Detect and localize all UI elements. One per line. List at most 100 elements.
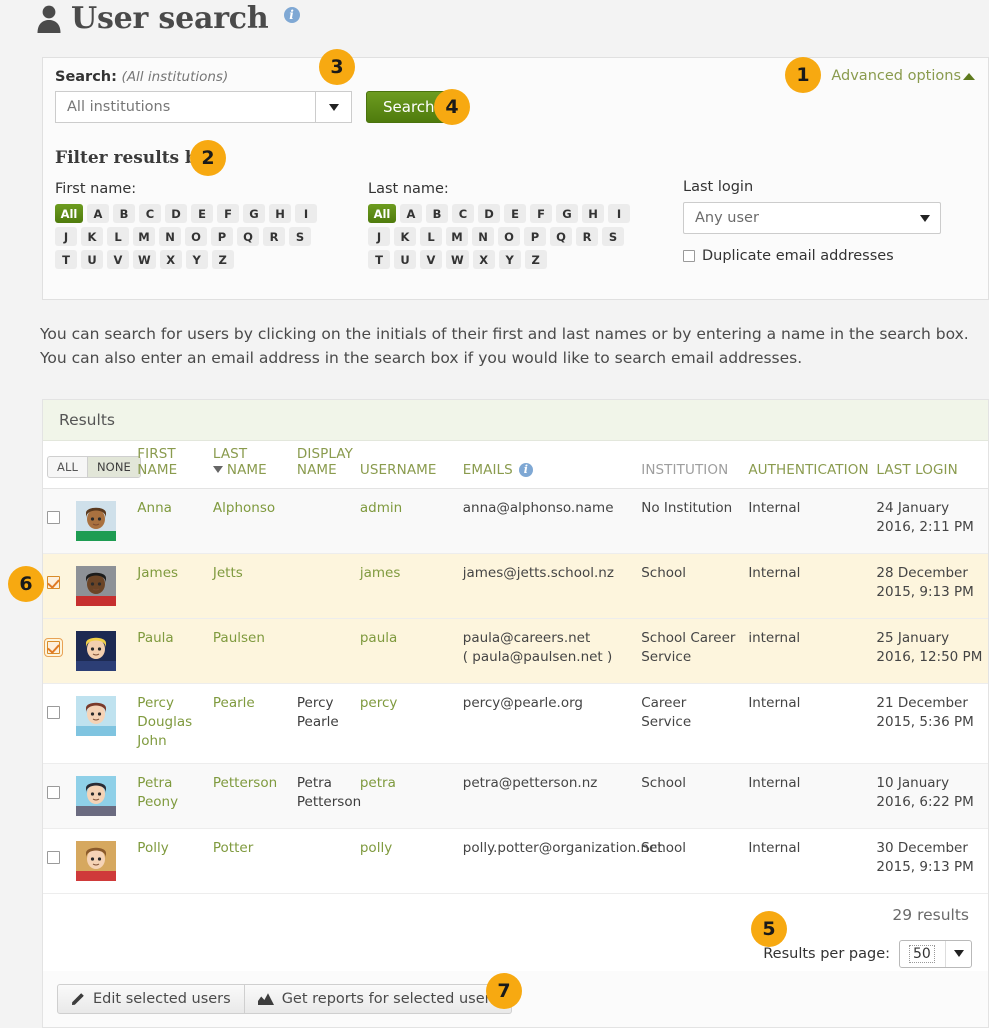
last-name-letter[interactable]: H — [582, 204, 604, 223]
row-username[interactable]: paula — [360, 630, 397, 646]
select-all-button[interactable]: ALL — [48, 457, 88, 478]
first-name-letter[interactable]: L — [107, 227, 129, 246]
first-name-letter[interactable]: A — [87, 204, 109, 223]
row-checkbox[interactable] — [47, 785, 60, 799]
table-row[interactable]: James Jetts james james@jetts.school.nz Scho… — [43, 553, 988, 620]
row-first-name[interactable]: Petra Peony — [137, 775, 178, 810]
column-header-emails[interactable]: EMAILS i — [458, 441, 638, 490]
row-checkbox[interactable] — [47, 706, 60, 720]
last-name-letter[interactable]: X — [472, 250, 495, 269]
last-name-letter[interactable]: I — [608, 204, 630, 223]
select-none-button[interactable]: NONE — [87, 457, 140, 478]
first-name-letter[interactable]: M — [133, 227, 155, 246]
row-last-name[interactable]: Alphonso — [213, 500, 275, 516]
row-checkbox[interactable] — [47, 850, 60, 864]
column-header-institution[interactable]: INSTITUTION — [637, 441, 745, 490]
row-last-name[interactable]: Potter — [213, 840, 253, 856]
row-last-name[interactable]: Jetts — [213, 565, 243, 581]
first-name-letter[interactable]: X — [159, 250, 182, 269]
last-name-letter[interactable]: Y — [498, 250, 521, 269]
column-header-last-name[interactable]: LAST NAME — [208, 441, 293, 490]
row-avatar-cell[interactable] — [72, 683, 134, 764]
column-header-authentication[interactable]: AUTHENTICATION — [744, 441, 873, 490]
row-first-name[interactable]: Percy Douglas John — [137, 695, 192, 749]
first-name-filter-all[interactable]: All — [55, 204, 83, 223]
row-checkbox[interactable] — [47, 511, 60, 525]
duplicate-email-checkbox[interactable] — [683, 250, 695, 262]
advanced-options-toggle[interactable]: Advanced options — [831, 68, 975, 84]
institution-select[interactable]: All institutions — [55, 91, 352, 123]
row-first-name[interactable]: Paula — [137, 630, 173, 646]
last-name-letter[interactable]: B — [426, 204, 448, 223]
first-name-letter[interactable]: C — [139, 204, 161, 223]
last-name-letter[interactable]: N — [472, 227, 494, 246]
first-name-letter[interactable]: G — [243, 204, 265, 223]
first-name-letter[interactable]: J — [55, 227, 77, 246]
results-per-page-select[interactable]: 50 — [899, 939, 972, 968]
row-checkbox[interactable] — [47, 576, 60, 590]
first-name-letter[interactable]: F — [217, 204, 239, 223]
last-name-letter[interactable]: S — [602, 227, 624, 246]
table-row[interactable]: Percy Douglas John Pearle Percy Pearle perc… — [43, 683, 988, 764]
page-info-icon[interactable]: i — [283, 6, 300, 23]
last-name-letter[interactable]: W — [446, 250, 469, 269]
last-name-letter[interactable]: J — [368, 227, 390, 246]
row-username[interactable]: percy — [360, 695, 398, 711]
row-checkbox[interactable] — [44, 638, 63, 658]
last-name-letter[interactable]: L — [420, 227, 442, 246]
first-name-letter[interactable]: K — [81, 227, 103, 246]
first-name-letter[interactable]: S — [289, 227, 311, 246]
results-per-page-arrow[interactable] — [945, 940, 971, 967]
last-name-letter[interactable]: G — [556, 204, 578, 223]
row-checkbox-cell[interactable] — [43, 683, 73, 764]
row-first-name[interactable]: Anna — [137, 500, 172, 516]
row-avatar-cell[interactable] — [72, 618, 134, 685]
row-checkbox-cell[interactable] — [43, 553, 73, 620]
edit-selected-users-button[interactable]: Edit selected users — [57, 984, 245, 1014]
emails-info-icon[interactable]: i — [518, 463, 533, 478]
last-name-filter-all[interactable]: All — [368, 204, 396, 223]
row-checkbox-cell[interactable] — [43, 618, 73, 685]
column-header-display-name[interactable]: DISPLAY NAME — [292, 441, 356, 490]
row-avatar-cell[interactable] — [72, 763, 134, 829]
row-checkbox-cell[interactable] — [43, 828, 73, 894]
row-first-name[interactable]: Polly — [137, 840, 168, 856]
first-name-letter[interactable]: W — [133, 250, 156, 269]
row-avatar-cell[interactable] — [72, 828, 134, 894]
table-row[interactable]: Paula Paulsen paula paula@careers.net( paul… — [43, 618, 988, 685]
row-username[interactable]: petra — [360, 775, 396, 791]
first-name-letter[interactable]: T — [55, 250, 77, 269]
row-last-name[interactable]: Paulsen — [213, 630, 265, 646]
last-name-letter[interactable]: R — [576, 227, 598, 246]
first-name-letter[interactable]: V — [107, 250, 129, 269]
first-name-letter[interactable]: Z — [211, 250, 234, 269]
row-first-name[interactable]: James — [137, 565, 178, 581]
first-name-letter[interactable]: O — [185, 227, 207, 246]
last-name-letter[interactable]: A — [400, 204, 422, 223]
row-checkbox-cell[interactable] — [43, 763, 73, 829]
row-last-name[interactable]: Petterson — [213, 775, 277, 791]
last-name-letter[interactable]: V — [420, 250, 442, 269]
table-row[interactable]: Petra Peony Petterson Petra Petterson petra… — [43, 763, 988, 829]
first-name-letter[interactable]: E — [191, 204, 213, 223]
last-name-letter[interactable]: Z — [524, 250, 547, 269]
row-username[interactable]: polly — [360, 840, 392, 856]
last-login-select[interactable]: Any user — [683, 202, 941, 234]
column-header-last-login[interactable]: LAST LOGIN — [872, 441, 988, 490]
last-name-letter[interactable]: P — [524, 227, 546, 246]
first-name-letter[interactable]: U — [81, 250, 103, 269]
first-name-letter[interactable]: I — [295, 204, 317, 223]
column-header-username[interactable]: USERNAME — [355, 441, 459, 490]
row-avatar-cell[interactable] — [72, 488, 134, 555]
get-reports-button[interactable]: Get reports for selected users — [244, 984, 513, 1014]
institution-select-arrow[interactable] — [315, 92, 351, 122]
first-name-letter[interactable]: Q — [237, 227, 259, 246]
first-name-letter[interactable]: P — [211, 227, 233, 246]
row-avatar-cell[interactable] — [72, 553, 134, 620]
table-row[interactable]: Polly Potter polly polly.potter@organizatio… — [43, 828, 988, 894]
first-name-letter[interactable]: H — [269, 204, 291, 223]
last-name-letter[interactable]: O — [498, 227, 520, 246]
last-name-letter[interactable]: F — [530, 204, 552, 223]
last-name-letter[interactable]: E — [504, 204, 526, 223]
last-name-letter[interactable]: D — [478, 204, 500, 223]
